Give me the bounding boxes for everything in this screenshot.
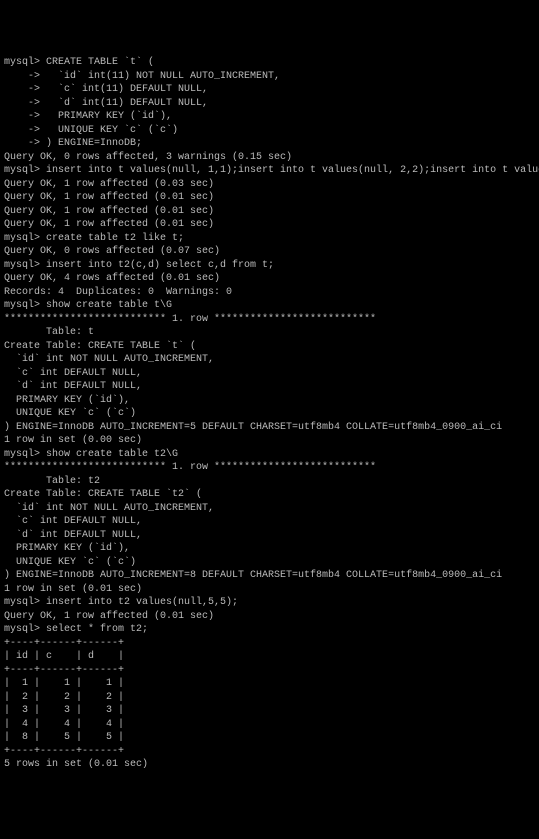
terminal-line: mysql> insert into t values(null, 1,1);i… xyxy=(4,164,535,178)
terminal-line: -> UNIQUE KEY `c` (`c`) xyxy=(4,124,535,138)
terminal-line: -> `d` int(11) DEFAULT NULL, xyxy=(4,97,535,111)
terminal-line: +----+------+------+ xyxy=(4,664,535,678)
terminal-line: 1 row in set (0.01 sec) xyxy=(4,583,535,597)
terminal-line: `id` int NOT NULL AUTO_INCREMENT, xyxy=(4,502,535,516)
terminal-line: Query OK, 1 row affected (0.01 sec) xyxy=(4,610,535,624)
terminal-line: Query OK, 0 rows affected, 3 warnings (0… xyxy=(4,151,535,165)
terminal-line: +----+------+------+ xyxy=(4,745,535,759)
terminal-line: mysql> show create table t\G xyxy=(4,299,535,313)
terminal-line: | 3 | 3 | 3 | xyxy=(4,704,535,718)
terminal-line: PRIMARY KEY (`id`), xyxy=(4,542,535,556)
terminal-line: 5 rows in set (0.01 sec) xyxy=(4,758,535,772)
terminal-line: UNIQUE KEY `c` (`c`) xyxy=(4,407,535,421)
terminal-line: Query OK, 1 row affected (0.03 sec) xyxy=(4,178,535,192)
terminal-line: Create Table: CREATE TABLE `t2` ( xyxy=(4,488,535,502)
terminal-line: ) ENGINE=InnoDB AUTO_INCREMENT=8 DEFAULT… xyxy=(4,569,535,583)
terminal-line: Create Table: CREATE TABLE `t` ( xyxy=(4,340,535,354)
terminal-line: | 2 | 2 | 2 | xyxy=(4,691,535,705)
terminal-line: Query OK, 4 rows affected (0.01 sec) xyxy=(4,272,535,286)
terminal-line: Records: 4 Duplicates: 0 Warnings: 0 xyxy=(4,286,535,300)
terminal-line: -> `id` int(11) NOT NULL AUTO_INCREMENT, xyxy=(4,70,535,84)
terminal-line: mysql> CREATE TABLE `t` ( xyxy=(4,56,535,70)
terminal-line: Query OK, 1 row affected (0.01 sec) xyxy=(4,218,535,232)
terminal-line: | 8 | 5 | 5 | xyxy=(4,731,535,745)
terminal-line: mysql> insert into t2(c,d) select c,d fr… xyxy=(4,259,535,273)
terminal-line: *************************** 1. row *****… xyxy=(4,313,535,327)
terminal-line: `d` int DEFAULT NULL, xyxy=(4,529,535,543)
terminal-line: +----+------+------+ xyxy=(4,637,535,651)
terminal-line: -> ) ENGINE=InnoDB; xyxy=(4,137,535,151)
terminal-line: | 1 | 1 | 1 | xyxy=(4,677,535,691)
terminal-line: mysql> create table t2 like t; xyxy=(4,232,535,246)
terminal-line: Query OK, 1 row affected (0.01 sec) xyxy=(4,191,535,205)
terminal-line: mysql> show create table t2\G xyxy=(4,448,535,462)
terminal-line: 1 row in set (0.00 sec) xyxy=(4,434,535,448)
terminal-line: | 4 | 4 | 4 | xyxy=(4,718,535,732)
terminal-line: UNIQUE KEY `c` (`c`) xyxy=(4,556,535,570)
terminal-line: Table: t2 xyxy=(4,475,535,489)
terminal-line: `d` int DEFAULT NULL, xyxy=(4,380,535,394)
terminal-line: `c` int DEFAULT NULL, xyxy=(4,367,535,381)
terminal-line: | id | c | d | xyxy=(4,650,535,664)
terminal-line: mysql> select * from t2; xyxy=(4,623,535,637)
terminal-line: mysql> insert into t2 values(null,5,5); xyxy=(4,596,535,610)
terminal-output[interactable]: mysql> CREATE TABLE `t` ( -> `id` int(11… xyxy=(4,56,535,772)
terminal-line: PRIMARY KEY (`id`), xyxy=(4,394,535,408)
terminal-line: *************************** 1. row *****… xyxy=(4,461,535,475)
terminal-line: `c` int DEFAULT NULL, xyxy=(4,515,535,529)
terminal-line: Query OK, 1 row affected (0.01 sec) xyxy=(4,205,535,219)
terminal-line: -> `c` int(11) DEFAULT NULL, xyxy=(4,83,535,97)
terminal-line: Query OK, 0 rows affected (0.07 sec) xyxy=(4,245,535,259)
terminal-line: `id` int NOT NULL AUTO_INCREMENT, xyxy=(4,353,535,367)
terminal-line: -> PRIMARY KEY (`id`), xyxy=(4,110,535,124)
terminal-line: Table: t xyxy=(4,326,535,340)
terminal-line: ) ENGINE=InnoDB AUTO_INCREMENT=5 DEFAULT… xyxy=(4,421,535,435)
